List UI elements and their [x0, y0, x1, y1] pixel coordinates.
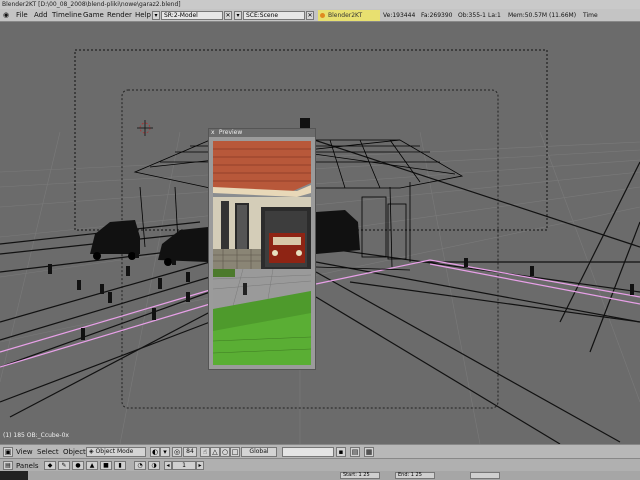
- window-title: Blender2KT [D:\00_08_2008\blend-pliki\no…: [0, 0, 640, 9]
- menu-timeline[interactable]: Timeline: [52, 11, 82, 20]
- scale-icon[interactable]: □: [230, 447, 240, 457]
- draw-type-menu-icon[interactable]: ▾: [160, 447, 170, 457]
- blender-logo-icon[interactable]: ◉: [3, 11, 13, 20]
- end-frame-field[interactable]: End: 1 25: [395, 472, 435, 479]
- editor-type-icon[interactable]: ▣: [3, 447, 13, 457]
- page-number-field[interactable]: 1: [172, 461, 196, 470]
- menu-game[interactable]: Game: [83, 11, 104, 20]
- 3d-cursor-icon: [137, 120, 153, 136]
- bottom-strip: Start: 1 25 End: 1 25: [0, 471, 640, 480]
- buttons-header: ▤ Panels ◆ ✎ ● ▲ ■ ▮ ◔ ◑ ◂ 1 ▸: [0, 458, 640, 471]
- thumbnail-area: [0, 471, 28, 480]
- ground-grid: [0, 131, 640, 444]
- preview-title: Preview: [218, 129, 243, 136]
- car-left: [90, 220, 140, 254]
- start-frame-field[interactable]: Start: 1 25: [340, 472, 380, 479]
- 3d-viewport[interactable]: (1) 185 OB:_Ccube-0x: [0, 22, 640, 444]
- scene-context-icon[interactable]: ▮: [114, 461, 126, 470]
- extra-field[interactable]: [470, 472, 500, 479]
- page-next-icon[interactable]: ▸: [196, 461, 204, 470]
- menu-object[interactable]: Object: [63, 448, 86, 456]
- preview-close-icon[interactable]: x: [211, 129, 217, 137]
- render-preview-image: [213, 141, 311, 365]
- editing-context-icon[interactable]: ■: [100, 461, 112, 470]
- object-mode-icon: ◈: [89, 448, 94, 455]
- orientation-selector[interactable]: Global: [241, 447, 277, 457]
- anim-settings-icon[interactable]: ◑: [148, 461, 160, 470]
- stat-faces: Fa:269390: [421, 12, 453, 19]
- preview-panel[interactable]: x Preview: [208, 128, 316, 370]
- car-right: [316, 210, 360, 254]
- top-menubar: ◉ File Add Timeline Game Render Help ▾ S…: [0, 9, 640, 30]
- logic-context-icon[interactable]: ◆: [44, 461, 56, 470]
- buttons-editor-icon[interactable]: ▤: [3, 461, 13, 470]
- stat-vertices: Ve:193444: [383, 12, 416, 19]
- mode-label: Object Mode: [95, 448, 134, 455]
- render-icon[interactable]: ▦: [364, 447, 374, 457]
- render-settings-icon[interactable]: ◔: [134, 461, 146, 470]
- viewport-scene: [0, 49, 640, 444]
- draw-type-icon[interactable]: ◐: [150, 447, 160, 457]
- stat-objects: Ob:355-1: [458, 12, 486, 19]
- road-wireframe: [0, 131, 640, 444]
- version-label: Blender2KT 248.2: [318, 10, 380, 30]
- screen-field[interactable]: SR:2-Model: [161, 11, 223, 20]
- panels-menu[interactable]: Panels: [16, 462, 39, 470]
- preview-header[interactable]: x Preview: [209, 129, 315, 137]
- scene-close-icon[interactable]: ✕: [306, 11, 314, 20]
- 3d-view-header: ▣ View Select Object ◈ Object Mode ◐ ▾ ◎…: [0, 444, 640, 458]
- menu-view[interactable]: View: [16, 448, 33, 456]
- stat-memory: Mem:50.57M (11.66M): [508, 12, 577, 19]
- layer-buttons[interactable]: [282, 447, 334, 457]
- render-preview-drawing: [213, 141, 311, 365]
- manipulator-toggle-icon[interactable]: ☝: [200, 447, 210, 457]
- shading-context-icon[interactable]: ●: [72, 461, 84, 470]
- page-prev-icon[interactable]: ◂: [164, 461, 172, 470]
- lock-layers-icon[interactable]: ▪: [336, 447, 346, 457]
- pivot-icon[interactable]: ◎: [172, 447, 182, 457]
- menu-render[interactable]: Render: [107, 11, 132, 20]
- screen-close-icon[interactable]: ✕: [224, 11, 232, 20]
- script-context-icon[interactable]: ✎: [58, 461, 70, 470]
- object-context-icon[interactable]: ▲: [86, 461, 98, 470]
- scene-field[interactable]: SCE:Scene: [243, 11, 305, 20]
- stat-lamps: La:1: [488, 12, 501, 19]
- menu-help[interactable]: Help: [135, 11, 151, 20]
- stat-time: Time: [583, 12, 598, 19]
- screen-browse-icon[interactable]: ▾: [152, 11, 160, 20]
- viewport-info: (1) 185 OB:_Ccube-0x: [3, 432, 69, 439]
- scene-browse-icon[interactable]: ▾: [234, 11, 242, 20]
- rotate-icon[interactable]: ○: [220, 447, 230, 457]
- menu-select[interactable]: Select: [37, 448, 59, 456]
- car-middle: [158, 227, 208, 262]
- menu-add[interactable]: Add: [34, 11, 48, 20]
- render-preview-icon[interactable]: ▤: [350, 447, 360, 457]
- translate-icon[interactable]: △: [210, 447, 220, 457]
- menu-file[interactable]: File: [16, 11, 28, 20]
- mode-selector[interactable]: ◈ Object Mode: [86, 447, 146, 457]
- layer-number-field[interactable]: 84: [183, 447, 197, 457]
- selected-curve: [0, 259, 640, 368]
